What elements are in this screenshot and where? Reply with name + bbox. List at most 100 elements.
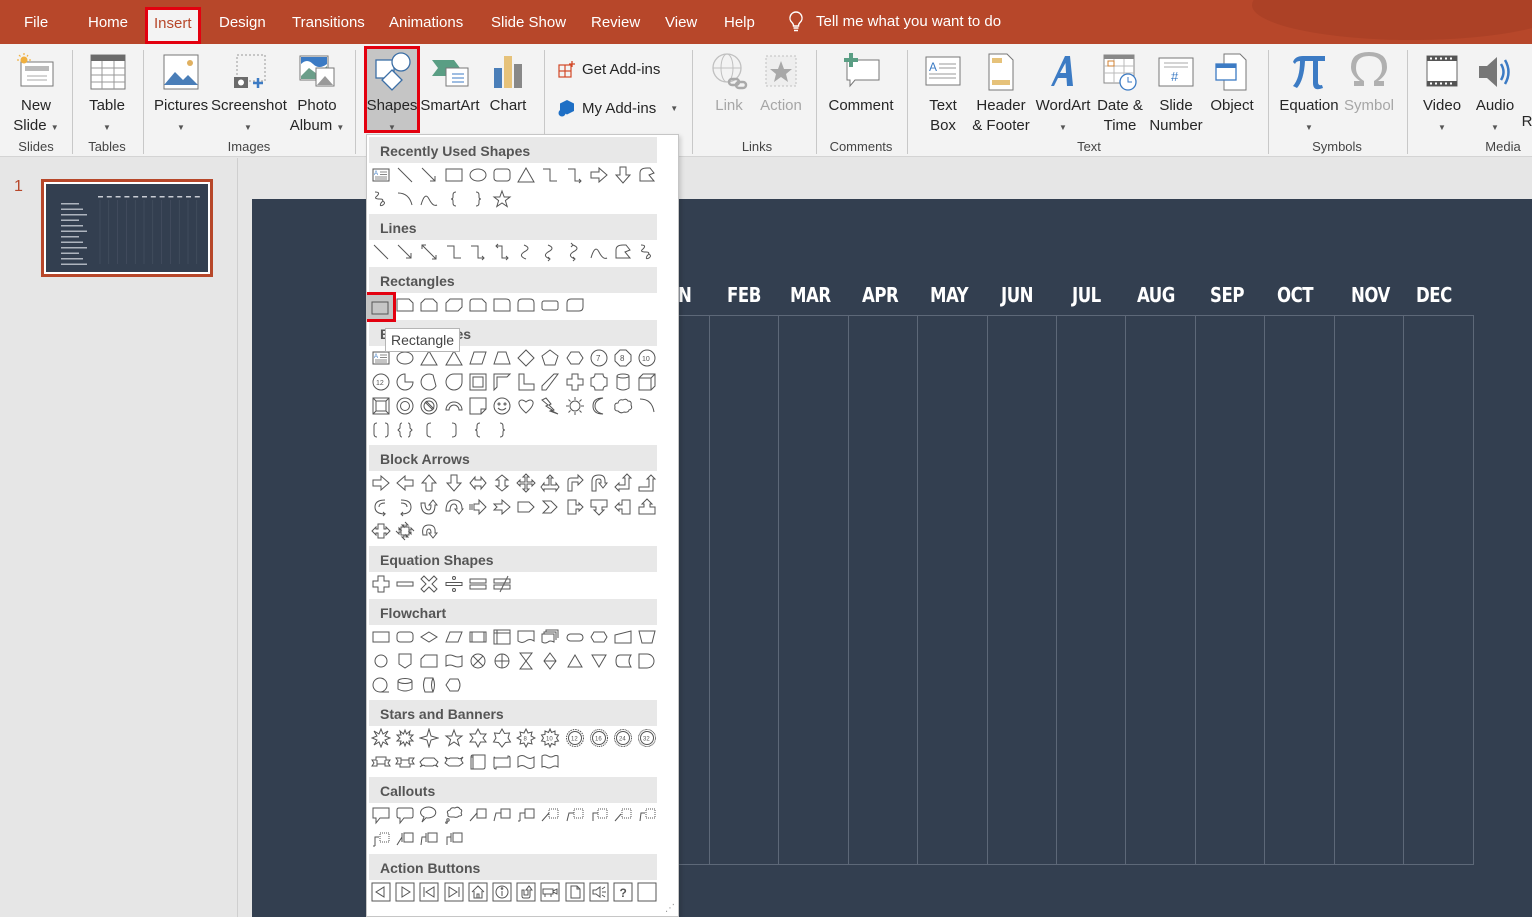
shape-lbrace-icon[interactable] (466, 418, 490, 442)
shape-dodecagon-icon[interactable]: 12 (369, 370, 393, 394)
tab-file[interactable]: File (24, 0, 48, 44)
shape-fc-terminator-icon[interactable] (563, 625, 587, 649)
shape-diamond-icon[interactable] (514, 346, 538, 370)
shape-fc-decision-icon[interactable] (417, 625, 441, 649)
shape-co-line3b-icon[interactable] (587, 803, 611, 827)
smartart-button[interactable]: SmartArt (420, 52, 480, 116)
shape-ab-back-icon[interactable] (369, 880, 393, 904)
shape-rcallout-icon[interactable] (563, 495, 587, 519)
shape-star7-icon[interactable] (490, 726, 514, 750)
shape-rect-icon[interactable] (442, 163, 466, 187)
shape-rbracket-icon[interactable] (442, 418, 466, 442)
shape-arc-icon[interactable] (393, 187, 417, 211)
shape-curvedup-icon[interactable] (417, 750, 441, 774)
shape-decagon-icon[interactable]: 10 (635, 346, 659, 370)
shape-ab-fwd-icon[interactable] (393, 880, 417, 904)
pictures-button[interactable]: Pictures ▼ (154, 52, 208, 138)
shape-snip1-icon[interactable] (393, 293, 417, 317)
tab-review[interactable]: Review (591, 0, 640, 44)
truncated-button[interactable]: R (1520, 112, 1532, 132)
screenshot-button[interactable]: Screenshot ▼ (211, 52, 287, 138)
shape-curvedu-icon[interactable] (417, 495, 441, 519)
tab-transitions[interactable]: Transitions (292, 0, 365, 44)
shape-star16-icon[interactable]: 16 (587, 726, 611, 750)
shape-freeform-icon[interactable] (611, 240, 635, 264)
shape-notequal-icon[interactable] (490, 572, 514, 596)
shape-fc-process-icon[interactable] (369, 625, 393, 649)
shape-fc-alt-icon[interactable] (393, 625, 417, 649)
shape-ab-custom-icon[interactable] (635, 880, 659, 904)
shape-ucallout-icon[interactable] (635, 495, 659, 519)
shape-curvedl-icon[interactable] (393, 495, 417, 519)
shape-star8-icon[interactable]: 8 (514, 726, 538, 750)
date-time-button[interactable]: Date & Time (1094, 52, 1146, 136)
shape-fc-collate-icon[interactable] (514, 649, 538, 673)
tell-me-search[interactable]: Tell me what you want to do (788, 0, 1001, 44)
shape-fc-sort-icon[interactable] (538, 649, 562, 673)
shape-ribbonup-icon[interactable] (369, 750, 393, 774)
shape-sun-icon[interactable] (563, 394, 587, 418)
shape-co-line2-icon[interactable] (490, 803, 514, 827)
shape-fc-directaccess-icon[interactable] (417, 673, 441, 697)
photo-album-button[interactable]: Photo Album ▼ (289, 52, 345, 138)
shape-star32-icon[interactable]: 32 (635, 726, 659, 750)
shape-fc-merge-icon[interactable] (587, 649, 611, 673)
shape-quadcallout-icon[interactable] (393, 519, 417, 543)
shape-hscroll-icon[interactable] (490, 750, 514, 774)
shape-circarrow-icon[interactable] (417, 519, 441, 543)
shape-lightning-icon[interactable] (538, 394, 562, 418)
shape-udarrow-icon[interactable] (490, 471, 514, 495)
shape-fc-data-icon[interactable] (442, 625, 466, 649)
shape-line-icon[interactable] (393, 163, 417, 187)
shape-dblbrace-icon[interactable] (393, 418, 417, 442)
shape-dblarrow-icon[interactable] (417, 240, 441, 264)
shape-cloud-icon[interactable] (611, 394, 635, 418)
shape-ab-end-icon[interactable] (442, 880, 466, 904)
shape-can-icon[interactable] (611, 370, 635, 394)
shape-snipd-icon[interactable] (442, 293, 466, 317)
shape-cross-icon[interactable] (563, 370, 587, 394)
shape-lrcallout-icon[interactable] (369, 519, 393, 543)
shape-rndd-icon[interactable] (563, 293, 587, 317)
audio-button[interactable]: Audio ▼ (1472, 52, 1518, 138)
shape-fc-manual-icon[interactable] (611, 625, 635, 649)
shape-lbrace-icon[interactable] (442, 187, 466, 211)
shape-pentagon-icon[interactable] (538, 346, 562, 370)
shape-uarrow-icon[interactable] (417, 471, 441, 495)
selected-rectangle-shape[interactable] (367, 292, 396, 322)
shape-line-icon[interactable] (369, 240, 393, 264)
shape-plus-icon[interactable] (369, 572, 393, 596)
shape-co-line1b-icon[interactable] (538, 803, 562, 827)
comment-button[interactable]: Comment (826, 52, 896, 116)
shape-hexagon-icon[interactable] (563, 346, 587, 370)
shape-rbrace-icon[interactable] (490, 418, 514, 442)
shape-quadarrow-icon[interactable] (514, 471, 538, 495)
shape-lrup-icon[interactable] (538, 471, 562, 495)
shape-star12-icon[interactable]: 12 (563, 726, 587, 750)
shape-wavebanner-icon[interactable] (514, 750, 538, 774)
shape-bentarrow-icon[interactable] (563, 471, 587, 495)
shape-curvedbl-icon[interactable] (563, 240, 587, 264)
shape-exp2-icon[interactable] (393, 726, 417, 750)
shape-elbow-icon[interactable] (538, 163, 562, 187)
shape-ab-doc-icon[interactable] (563, 880, 587, 904)
video-button[interactable]: Video ▼ (1420, 52, 1464, 138)
shape-co-line2c-icon[interactable] (635, 803, 659, 827)
shape-co-cloud-icon[interactable] (442, 803, 466, 827)
shape-trapezoid-icon[interactable] (490, 346, 514, 370)
equation-button[interactable]: Equation ▼ (1278, 52, 1340, 138)
shape-curvedd-icon[interactable] (442, 495, 466, 519)
shape-ab-sound-icon[interactable] (587, 880, 611, 904)
action-button[interactable]: Action (756, 52, 806, 116)
shape-equal-icon[interactable] (466, 572, 490, 596)
shape-co-line1-icon[interactable] (466, 803, 490, 827)
shapes-button[interactable]: Shapes ▼ (364, 46, 420, 133)
shape-darrow-icon[interactable] (442, 471, 466, 495)
shape-fc-prep-icon[interactable] (587, 625, 611, 649)
shape-fc-sumjunction-icon[interactable] (466, 649, 490, 673)
shape-pentagonarr-icon[interactable] (514, 495, 538, 519)
my-addins-button[interactable]: My Add-ins ▼ (558, 99, 678, 117)
shape-fc-tape-icon[interactable] (442, 649, 466, 673)
shape-teardrop-icon[interactable] (442, 370, 466, 394)
shape-elbow-icon[interactable] (442, 240, 466, 264)
